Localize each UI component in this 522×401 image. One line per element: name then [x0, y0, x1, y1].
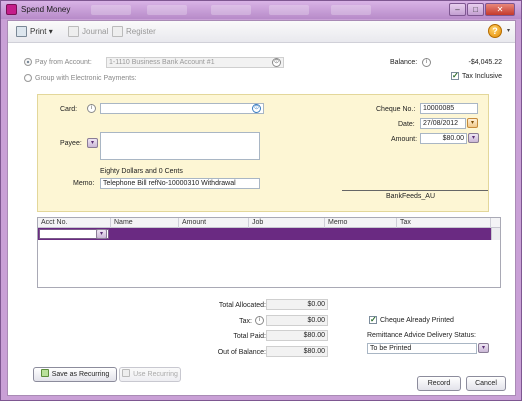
cheque-no-field[interactable]: 10000085 — [420, 103, 478, 114]
cheque-printed-label: Cheque Already Printed — [380, 317, 454, 324]
column-separator — [396, 218, 397, 228]
help-icon[interactable]: ? — [488, 24, 502, 38]
memo-label: Memo: — [73, 180, 95, 187]
pay-from-radio[interactable] — [24, 58, 32, 66]
column-separator — [490, 218, 491, 228]
save-as-recurring-label: Save as Recurring — [51, 371, 110, 378]
register-icon — [112, 26, 123, 37]
date-label: Date: — [398, 121, 415, 128]
card-field[interactable] — [100, 103, 264, 114]
account-lookup-icon[interactable]: ⊙ — [272, 58, 281, 67]
recurring-icon — [40, 369, 49, 377]
background-tab — [147, 5, 187, 15]
app-icon — [6, 4, 17, 15]
tax-inclusive-checkbox[interactable]: ✓ — [451, 72, 459, 80]
column-separator — [324, 218, 325, 228]
column-separator — [248, 218, 249, 228]
table-row[interactable]: ▾ — [38, 228, 500, 240]
register-button[interactable]: Register — [126, 26, 156, 38]
payee-label: Payee: — [60, 140, 82, 147]
cheque-printed-checkbox[interactable]: ✓ — [369, 316, 377, 324]
allocation-grid: Acct No. Name Amount Job Memo Tax ▾ — [37, 217, 501, 288]
remittance-select[interactable]: To be Printed — [367, 343, 477, 354]
printer-icon[interactable] — [16, 26, 27, 37]
journal-icon — [68, 26, 79, 37]
minimize-button[interactable]: – — [449, 3, 466, 16]
maximize-button[interactable]: □ — [467, 3, 484, 16]
cheque-no-label: Cheque No.: — [376, 106, 416, 113]
group-electronic-label: Group with Electronic Payments: — [35, 75, 137, 82]
amount-field[interactable]: $80.00 — [420, 133, 467, 144]
amount-label: Amount: — [391, 136, 418, 143]
print-label: Print — [30, 27, 47, 36]
background-tab — [331, 5, 371, 15]
payee-address-field[interactable] — [100, 132, 260, 160]
background-tab — [269, 5, 309, 15]
account-dropdown-icon[interactable]: ▾ — [96, 229, 107, 239]
balance-value: -$4,045.22 — [468, 59, 502, 66]
tax-label: Tax: — [239, 318, 252, 325]
total-allocated-value: $0.00 — [266, 299, 328, 310]
recurring-icon — [122, 369, 131, 377]
total-paid-label: Total Paid: — [233, 333, 266, 340]
memo-field[interactable]: Telephone Bill refNo-10000310 Withdrawal — [100, 178, 260, 189]
background-tab — [211, 5, 251, 15]
journal-button[interactable]: Journal — [82, 26, 108, 38]
out-of-balance-label: Out of Balance: — [217, 349, 266, 356]
out-of-balance-value: $80.00 — [266, 346, 328, 357]
calculator-icon[interactable]: ▾ — [468, 133, 479, 143]
grid-header: Acct No. Name Amount Job Memo Tax — [38, 218, 500, 228]
column-header: Name — [114, 219, 133, 226]
spend-money-window: Spend Money – □ ✕ Print ▾ Journal Regist… — [0, 0, 522, 401]
print-button[interactable]: Print ▾ — [30, 26, 53, 38]
total-allocated-label: Total Allocated: — [218, 302, 266, 309]
cheque-panel: Card: i ⊙ Payee: ▾ Eighty Dollars and 0 … — [37, 94, 489, 212]
title-bar: Spend Money – □ ✕ — [1, 1, 521, 19]
tax-info-icon[interactable]: i — [255, 316, 264, 325]
signature-text: BankFeeds_AU — [386, 193, 436, 200]
column-header: Job — [252, 219, 264, 226]
toolbar: Print ▾ Journal Register ? ▾ — [8, 21, 515, 43]
record-button[interactable]: Record — [417, 376, 461, 391]
amount-in-words: Eighty Dollars and 0 Cents — [100, 168, 183, 175]
chevron-down-icon[interactable]: ▾ — [478, 343, 489, 353]
date-field[interactable]: 27/08/2012 — [420, 118, 466, 129]
calendar-icon[interactable]: ▾ — [467, 118, 478, 128]
balance-label: Balance: — [390, 59, 418, 66]
total-paid-value: $80.00 — [266, 330, 328, 341]
card-info-icon[interactable]: i — [87, 104, 96, 113]
card-lookup-icon[interactable]: ⊙ — [252, 104, 261, 113]
window-title: Spend Money — [21, 5, 71, 14]
close-button[interactable]: ✕ — [485, 3, 515, 16]
info-icon[interactable]: i — [422, 58, 431, 67]
chevron-down-icon: ▾ — [48, 27, 53, 36]
card-label: Card: — [60, 106, 78, 113]
chevron-down-icon[interactable]: ▾ — [507, 27, 510, 34]
tax-inclusive-label: Tax Inclusive — [462, 73, 503, 80]
column-separator — [110, 218, 111, 228]
column-header: Acct No. — [41, 219, 68, 226]
form-body: Print ▾ Journal Register ? ▾ Pay from Ac… — [7, 20, 516, 396]
use-recurring-label: Use Recurring — [133, 371, 178, 378]
pay-from-account-field[interactable]: 1-1110 Business Bank Account #1 — [106, 57, 284, 68]
column-separator — [178, 218, 179, 228]
column-header: Amount — [182, 219, 207, 226]
background-tab — [91, 5, 131, 15]
save-as-recurring-button[interactable]: Save as Recurring — [33, 367, 117, 382]
payee-dropdown-icon[interactable]: ▾ — [87, 138, 98, 148]
pay-from-label: Pay from Account: — [35, 59, 92, 66]
signature-line — [342, 190, 488, 191]
group-electronic-radio[interactable] — [24, 74, 32, 82]
tax-value: $0.00 — [266, 315, 328, 326]
grid-scrollbar[interactable] — [491, 228, 500, 240]
use-recurring-button[interactable]: Use Recurring — [119, 367, 181, 382]
column-header: Tax — [400, 219, 411, 226]
remittance-label: Remittance Advice Delivery Status: — [367, 332, 476, 339]
column-header: Memo — [328, 219, 348, 226]
cancel-button[interactable]: Cancel — [466, 376, 506, 391]
